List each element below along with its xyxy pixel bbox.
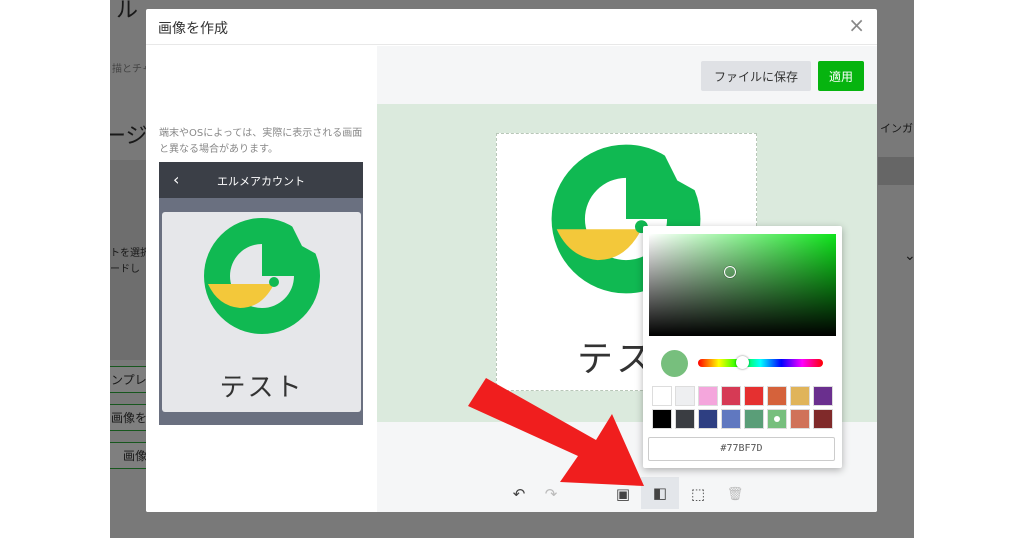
color-swatch[interactable] (790, 409, 810, 429)
color-swatch[interactable] (790, 386, 810, 406)
color-swatch[interactable] (744, 409, 764, 429)
modal-title: 画像を作成 (158, 21, 228, 37)
red-arrow-annotation (468, 378, 644, 486)
color-swatch[interactable] (721, 409, 741, 429)
color-swatch[interactable] (813, 409, 833, 429)
apply-button[interactable]: 適用 (818, 61, 864, 91)
color-swatch[interactable] (744, 386, 764, 406)
color-swatch[interactable] (767, 409, 787, 429)
close-icon[interactable]: × (848, 15, 865, 35)
color-swatch[interactable] (652, 386, 672, 406)
delete-icon[interactable]: 🗑 (721, 480, 749, 508)
preview-card: テスト (162, 212, 361, 412)
modal-header: 画像を作成 × (146, 9, 877, 45)
phone-preview: ‹ エルメアカウント テスト (159, 162, 363, 425)
preview-caption: テスト (219, 373, 304, 403)
saturation-value-area[interactable] (649, 234, 836, 336)
screenshot-stage: ル 描とチャ ージ トを選択 ードし ンプレ 画像をフ 画像 インガー ⌄ 画像… (0, 0, 1024, 538)
color-swatch[interactable] (675, 409, 695, 429)
preview-pane: 端末やOSによっては、実際に表示される画面と異なる場合があります。 ‹ エルメア… (146, 46, 377, 512)
hue-slider[interactable] (698, 356, 823, 369)
color-swatch[interactable] (698, 386, 718, 406)
editor-toolbar: ファイルに保存 適用 (377, 46, 877, 104)
device-note: 端末やOSによっては、実際に表示される画面と異なる場合があります。 (159, 128, 363, 155)
hex-input[interactable]: #77BF7D (648, 437, 835, 461)
border-icon[interactable]: ⬚ (684, 480, 712, 508)
color-swatch[interactable] (652, 409, 672, 429)
color-swatch[interactable] (675, 386, 695, 406)
color-swatch[interactable] (813, 386, 833, 406)
color-swatch[interactable] (767, 386, 787, 406)
account-name: エルメアカウント (217, 175, 305, 188)
phone-header: ‹ エルメアカウント (159, 162, 363, 198)
color-picker: #77BF7D (643, 226, 842, 468)
color-swatch[interactable] (721, 386, 741, 406)
sv-cursor[interactable] (724, 266, 736, 278)
save-file-button[interactable]: ファイルに保存 (701, 61, 811, 91)
current-color-preview (661, 350, 688, 377)
hue-slider-handle[interactable] (735, 356, 749, 369)
selected-indicator (774, 416, 780, 422)
color-swatch[interactable] (698, 409, 718, 429)
logo-icon (204, 218, 320, 334)
